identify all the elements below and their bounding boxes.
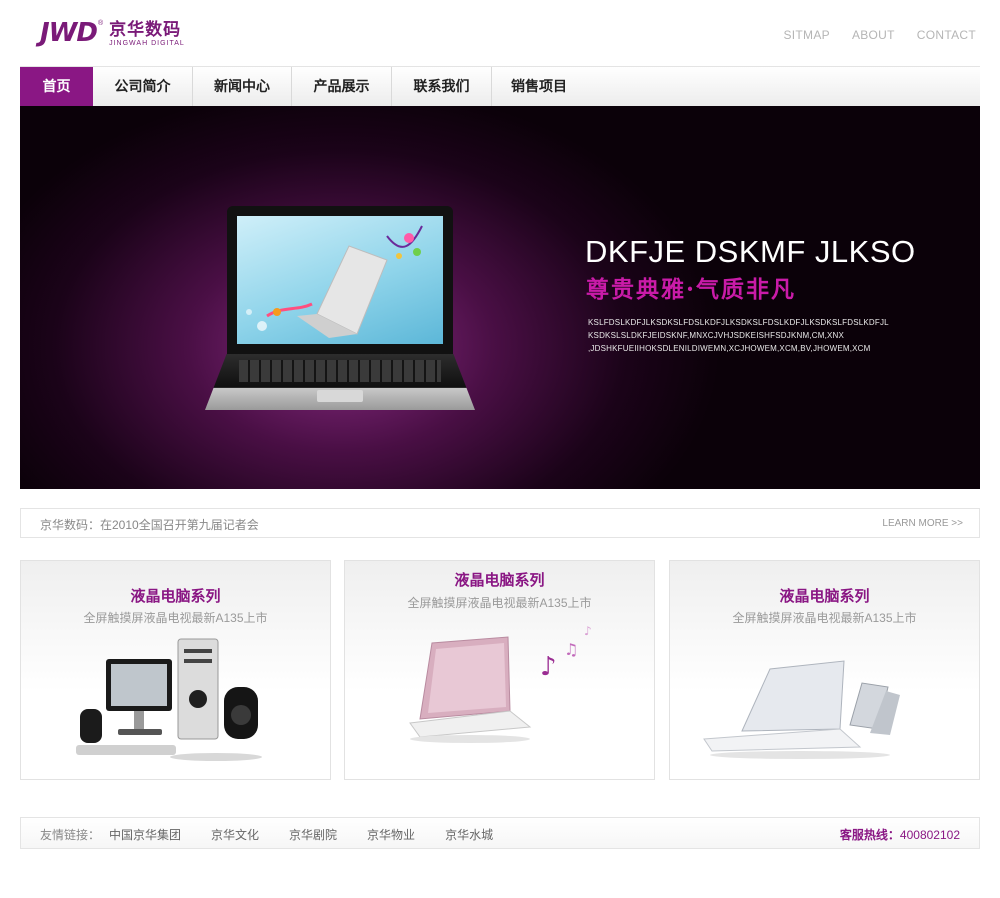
customer-hotline: 客服热线：400802102 xyxy=(840,826,960,843)
svg-text:♪: ♪ xyxy=(540,652,557,682)
laptop-screen xyxy=(237,216,443,344)
product-card[interactable]: 液晶电脑系列 全屏触摸屏液晶电视最新A135上市 xyxy=(669,560,980,780)
banner-slogan: 尊贵典雅·气质非凡 xyxy=(586,276,797,303)
nav-item-contact[interactable]: 联系我们 xyxy=(392,67,492,106)
header: JWD ® 京华数码 JINGWAH DIGITAL SITMAP ABOUT … xyxy=(0,0,1000,66)
nav-item-products[interactable]: 产品展示 xyxy=(292,67,392,106)
svg-text:♪: ♪ xyxy=(584,624,592,638)
friend-link[interactable]: 中国京华集团 xyxy=(109,826,181,843)
news-bar: 京华数码：在2010全国召开第九届记者会 LEARN MORE >> xyxy=(20,508,980,538)
top-link-contact[interactable]: CONTACT xyxy=(917,28,976,42)
silver-laptop-image xyxy=(703,660,900,759)
keyboard-keys xyxy=(239,360,441,382)
hero-banner[interactable]: DKFJE DSKMF JLKSO 尊贵典雅·气质非凡 KSLFDSLKDFJL… xyxy=(20,106,980,489)
learn-more-link[interactable]: LEARN MORE >> xyxy=(882,518,963,529)
desktop-computer-image xyxy=(76,638,262,761)
nav-item-sales[interactable]: 销售项目 xyxy=(492,67,586,106)
friend-links-label: 友情链接： xyxy=(40,828,101,842)
pink-laptop-image: ♪ ♫ ♪ xyxy=(409,624,592,743)
product-card[interactable]: 液晶电脑系列 全屏触摸屏液晶电视最新A135上市 ♪ ♫ ♪ xyxy=(344,560,655,780)
banner-description: KSLFDSLKDFJLKSDKSLFDSLKDFJLKSDKSLFDSLKDF… xyxy=(588,316,908,355)
news-headline[interactable]: 京华数码：在2010全国召开第九届记者会 xyxy=(40,516,259,533)
hotline-label: 客服热线： xyxy=(839,828,900,842)
banner-desc-line: KSDKSLSLDKFJEIDSKNF,MNXCJVHJSDKEISHFSDJK… xyxy=(588,331,845,340)
product-title: 液晶电脑系列 xyxy=(130,588,221,605)
laptop-image xyxy=(205,206,475,416)
touchpad xyxy=(317,390,363,402)
footer-links-bar: 友情链接： 中国京华集团 京华文化 京华剧院 京华物业 京华水城 客服热线：40… xyxy=(20,817,980,849)
banner-title: DKFJE DSKMF JLKSO xyxy=(585,234,916,269)
product-title: 液晶电脑系列 xyxy=(454,572,545,589)
logo-chinese: 京华数码 xyxy=(109,20,182,39)
friend-link[interactable]: 京华物业 xyxy=(367,826,415,843)
product-subtitle: 全屏触摸屏液晶电视最新A135上市 xyxy=(732,611,917,625)
friend-link[interactable]: 京华水城 xyxy=(445,826,493,843)
top-link-about[interactable]: ABOUT xyxy=(852,28,895,42)
friend-link[interactable]: 京华剧院 xyxy=(289,826,337,843)
laptop-screen-frame xyxy=(227,206,453,354)
banner-desc-line: ,JDSHKFUEIIHOKSDLENILDIWEMN,XCJHOWEM,XCM… xyxy=(588,344,871,353)
banner-desc-line: KSLFDSLKDFJLKSDKSLFDSLKDFJLKSDKSLFDSLKDF… xyxy=(588,318,889,327)
logo-mark: JWD xyxy=(40,18,98,48)
product-card[interactable]: 液晶电脑系列 全屏触摸屏液晶电视最新A135上市 xyxy=(20,560,331,780)
logo-registered: ® xyxy=(97,20,104,27)
top-link-sitemap[interactable]: SITMAP xyxy=(783,28,829,42)
product-subtitle: 全屏触摸屏液晶电视最新A135上市 xyxy=(83,611,268,625)
logo-text: 京华数码 JINGWAH DIGITAL xyxy=(109,21,185,48)
logo-english: JINGWAH DIGITAL xyxy=(109,40,185,47)
laptop-keyboard xyxy=(205,354,475,410)
main-nav: 首页 公司简介 新闻中心 产品展示 联系我们 销售项目 xyxy=(20,66,980,106)
top-links: SITMAP ABOUT CONTACT xyxy=(783,28,976,42)
product-subtitle: 全屏触摸屏液晶电视最新A135上市 xyxy=(407,596,592,610)
nav-item-about[interactable]: 公司简介 xyxy=(93,67,193,106)
product-title: 液晶电脑系列 xyxy=(779,588,870,605)
svg-text:♫: ♫ xyxy=(564,640,578,659)
nav-item-news[interactable]: 新闻中心 xyxy=(193,67,292,106)
site-logo[interactable]: JWD ® 京华数码 JINGWAH DIGITAL xyxy=(40,18,185,48)
nav-item-home[interactable]: 首页 xyxy=(20,67,93,106)
friend-link[interactable]: 京华文化 xyxy=(211,826,259,843)
hotline-number: 400802102 xyxy=(899,828,960,842)
friend-links: 中国京华集团 京华文化 京华剧院 京华物业 京华水城 xyxy=(109,826,523,843)
